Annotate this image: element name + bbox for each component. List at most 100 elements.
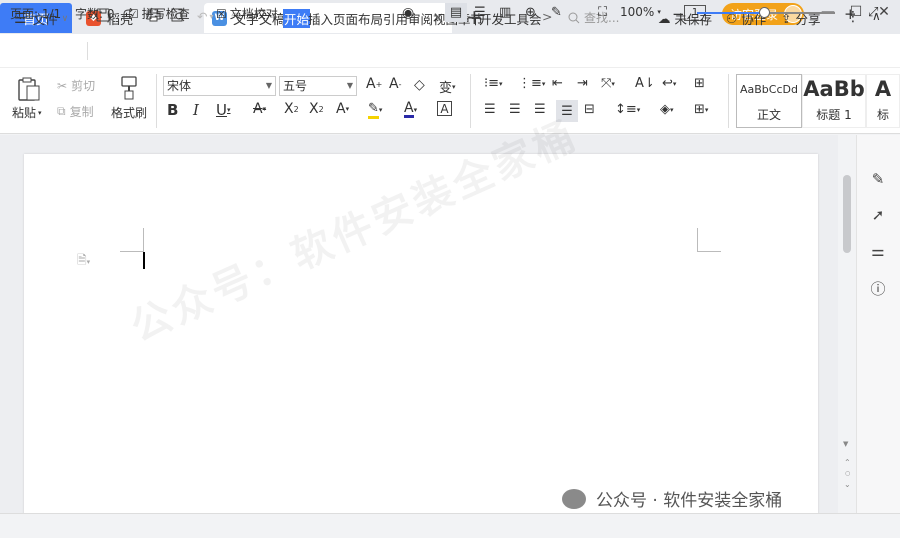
- text-cursor: [143, 252, 145, 269]
- wechat-watermark-text: 公众号 · 软件安装全家桶: [596, 491, 783, 511]
- copy-label: 复制: [69, 105, 94, 119]
- style-heading-2-sample: A: [874, 77, 892, 101]
- font-name-select[interactable]: 宋体 ▼: [163, 76, 276, 96]
- clear-format-icon[interactable]: ◇: [414, 77, 425, 93]
- menu-row: [0, 34, 900, 68]
- eye-protection-icon[interactable]: ◉: [402, 5, 414, 21]
- strikethrough-icon[interactable]: A ▾: [253, 101, 266, 117]
- shading-icon[interactable]: ◈ ▾: [660, 102, 674, 117]
- format-painter-label[interactable]: 格式刷: [111, 104, 147, 121]
- search-icon: [568, 12, 580, 24]
- grow-font-icon[interactable]: A +: [366, 76, 382, 92]
- bold-icon[interactable]: B: [167, 101, 178, 119]
- chevron-down-icon: ▾: [38, 108, 42, 117]
- shrink-font-icon[interactable]: A-: [389, 76, 401, 92]
- next-page-icon[interactable]: ⌄: [844, 480, 851, 489]
- style-normal-sample: AaBbCcDd: [740, 83, 798, 96]
- margin-corner-left: [120, 228, 144, 252]
- edit-pen-icon[interactable]: ✎: [868, 170, 888, 188]
- zoom-select[interactable]: 100% ▾: [620, 5, 661, 19]
- zoom-in-button[interactable]: +: [844, 5, 857, 23]
- align-center-icon[interactable]: ☰: [509, 102, 521, 117]
- checkbox-icon: ☑: [128, 6, 139, 21]
- chevron-down-icon: ▾: [657, 8, 661, 16]
- tab-stops-icon[interactable]: ⊞: [694, 76, 705, 91]
- font-color-icon[interactable]: A ▾: [404, 101, 417, 118]
- italic-icon[interactable]: I: [193, 101, 199, 119]
- chevron-down-icon: ∨: [61, 13, 69, 24]
- divider: [156, 74, 157, 128]
- page-indicator[interactable]: 页面: 1/1: [10, 5, 61, 22]
- outline-view-icon[interactable]: ☰: [474, 5, 486, 20]
- zoom-out-button[interactable]: −: [672, 5, 685, 23]
- divider: [87, 42, 88, 60]
- increase-indent-icon[interactable]: ⇥: [577, 76, 588, 91]
- prev-page-icon[interactable]: ⌃: [844, 458, 851, 467]
- borders-icon[interactable]: ⊞ ▾: [694, 102, 708, 117]
- tab-start[interactable]: 开始: [283, 9, 311, 28]
- select-browse-icon[interactable]: ○: [845, 470, 850, 477]
- copy-button[interactable]: ⧉ 复制: [57, 103, 94, 120]
- text-effect-icon[interactable]: A ▾: [336, 101, 349, 117]
- phonetic-guide-icon[interactable]: 变 ▾: [439, 77, 456, 96]
- right-sidebar: [856, 135, 900, 513]
- page-view-icon[interactable]: ▤: [445, 3, 467, 22]
- text-direction-icon[interactable]: A⇂: [635, 76, 655, 91]
- proof-icon: ☒: [216, 6, 227, 21]
- web-view-icon[interactable]: ⊕: [525, 5, 536, 20]
- word-count[interactable]: 字数: 0: [75, 5, 115, 22]
- font-name-value: 宋体: [167, 79, 192, 93]
- style-heading-2[interactable]: A 标: [866, 74, 900, 128]
- paragraph-marker-icon[interactable]: 🗎▾: [77, 251, 90, 272]
- fit-page-icon[interactable]: ⛶: [598, 5, 607, 20]
- select-arrow-icon[interactable]: ➚: [868, 206, 888, 224]
- reading-view-icon[interactable]: ▥: [499, 5, 511, 20]
- decrease-indent-icon[interactable]: ⇤: [552, 76, 563, 91]
- paste-button[interactable]: 粘贴 ▾: [12, 104, 42, 121]
- scroll-down-icon[interactable]: ▼: [843, 440, 848, 448]
- help-icon[interactable]: ⓘ: [868, 278, 888, 299]
- distributed-align-icon[interactable]: ⊟: [584, 102, 595, 117]
- paste-icon[interactable]: [17, 76, 41, 102]
- font-size-value: 五号: [283, 79, 308, 93]
- superscript-icon[interactable]: X2: [284, 101, 299, 117]
- divider: [470, 74, 471, 128]
- line-break-icon[interactable]: ↩ ▾: [662, 76, 676, 91]
- margin-corner-right: [697, 228, 721, 252]
- bullet-list-icon[interactable]: ⁝≡ ▾: [484, 76, 503, 91]
- divider: [728, 74, 729, 128]
- style-heading-1-sample: AaBb: [803, 77, 865, 101]
- copy-icon: ⧉: [57, 104, 66, 118]
- cut-button[interactable]: ✂ 剪切: [57, 77, 95, 94]
- numbered-list-icon[interactable]: ⋮≡ ▾: [518, 76, 545, 91]
- scrollbar-thumb[interactable]: [843, 175, 851, 253]
- fullscreen-icon[interactable]: ⤢: [868, 5, 878, 20]
- tab-page[interactable]: 页面: [333, 9, 358, 28]
- format-painter-icon[interactable]: [118, 74, 140, 102]
- tab-layout[interactable]: 布局: [358, 9, 383, 28]
- cut-label: 剪切: [71, 79, 96, 93]
- undo-icon[interactable]: ↶ ▾: [197, 9, 214, 24]
- doc-proof-button[interactable]: ☒ 文档校对: [216, 5, 278, 22]
- settings-sliders-icon[interactable]: ⚌: [868, 242, 888, 260]
- writing-mode-icon[interactable]: ✎: [551, 5, 562, 20]
- char-border-icon[interactable]: A: [437, 101, 452, 116]
- style-heading-1[interactable]: AaBb 标题 1: [802, 74, 866, 128]
- style-normal[interactable]: AaBbCcDd 正文: [736, 74, 802, 128]
- wechat-watermark: 公众号 · 软件安装全家桶: [562, 486, 782, 511]
- subscript-icon[interactable]: X2: [309, 101, 324, 117]
- underline-icon[interactable]: U ▾: [216, 101, 231, 119]
- font-size-select[interactable]: 五号 ▼: [279, 76, 357, 96]
- zoom-value: 100%: [620, 5, 655, 19]
- paste-label: 粘贴: [12, 106, 37, 120]
- search-box[interactable]: 查找...: [568, 9, 619, 26]
- wechat-logo-icon: [562, 488, 586, 509]
- spell-check-button[interactable]: ☑ 拼写检查: [128, 5, 190, 22]
- style-heading-2-name: 标: [876, 108, 889, 122]
- line-spacing-icon[interactable]: ↕≡ ▾: [615, 102, 640, 117]
- align-left-icon[interactable]: ☰: [484, 102, 496, 117]
- chevron-down-icon: ▼: [346, 81, 353, 90]
- tab-insert[interactable]: 插入: [308, 9, 333, 28]
- chinese-layout-icon[interactable]: ⤧ ▾: [601, 76, 615, 91]
- highlight-icon[interactable]: ✎ ▾: [368, 101, 382, 119]
